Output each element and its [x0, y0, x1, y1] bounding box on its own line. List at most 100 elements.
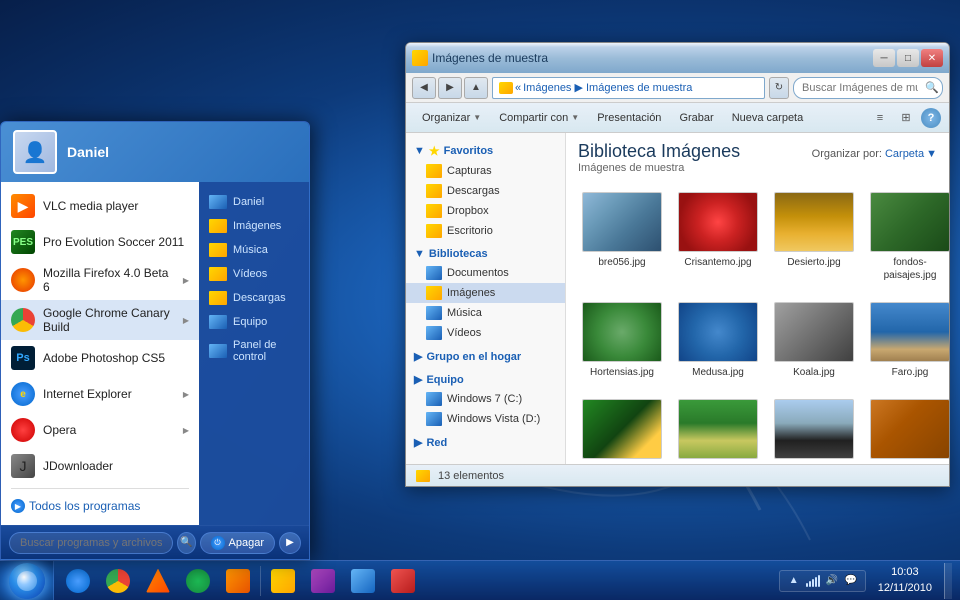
address-bar: ◀ ▶ ▲ « Imágenes ▶ Imágenes de muestra ↻…	[406, 73, 949, 103]
menu-right-panel[interactable]: Panel de control	[199, 334, 309, 368]
minimize-button[interactable]: ─	[873, 49, 895, 67]
red-header[interactable]: ▶ Red	[406, 433, 565, 452]
sidebar-item-dropbox[interactable]: Dropbox	[406, 201, 565, 221]
menu-right-descargas[interactable]: Descargas	[199, 286, 309, 310]
status-text: 13 elementos	[438, 470, 504, 482]
menu-item-vlc[interactable]: ▶ VLC media player	[1, 188, 199, 224]
grabar-button[interactable]: Grabar	[671, 107, 721, 129]
compartir-button[interactable]: Compartir con ▼	[491, 107, 587, 129]
filename-koala: Koala.jpg	[793, 366, 835, 379]
menu-item-firefox[interactable]: Mozilla Firefox 4.0 Beta 6	[1, 260, 199, 300]
vista-label: Windows Vista (D:)	[447, 413, 540, 425]
escritorio-folder-icon	[426, 224, 442, 238]
tray-network-icon[interactable]	[805, 573, 821, 589]
maximize-button[interactable]: □	[897, 49, 919, 67]
sidebar-item-vista[interactable]: Windows Vista (D:)	[406, 409, 565, 429]
explorer-search-input[interactable]	[793, 77, 943, 99]
all-programs[interactable]: ▶ Todos los programas	[1, 493, 199, 519]
sidebar-item-capturas[interactable]: Capturas	[406, 161, 565, 181]
taskbar-item-vlc[interactable]	[138, 563, 178, 599]
taskbar-item-folder2[interactable]	[343, 563, 383, 599]
up-button[interactable]: ▲	[464, 77, 488, 99]
sidebar-item-documentos[interactable]: Documentos	[406, 263, 565, 283]
taskbar-item-media[interactable]	[303, 563, 343, 599]
power-arrow-button[interactable]: ▶	[279, 532, 301, 554]
file-item-pinguinos[interactable]: Pingüinos.jpg	[770, 393, 858, 464]
search-button[interactable]: 🔍	[925, 81, 939, 94]
bibliotecas-header[interactable]: ▼ Bibliotecas	[406, 245, 565, 263]
close-button[interactable]: ✕	[921, 49, 943, 67]
bibliotecas-arrow: ▼	[414, 248, 425, 260]
taskbar-grid-icon	[391, 569, 415, 593]
view-icons-button[interactable]: ⊞	[895, 107, 917, 129]
start-search-button[interactable]: 🔍	[177, 532, 196, 554]
sidebar-item-videos[interactable]: Vídeos	[406, 323, 565, 343]
menu-right-daniel[interactable]: Daniel	[199, 190, 309, 214]
sidebar-section-grupo: ▶ Grupo en el hogar	[406, 347, 565, 366]
back-button[interactable]: ◀	[412, 77, 436, 99]
tray-expand-icon[interactable]: ▲	[786, 573, 802, 589]
menu-right-videos[interactable]: Vídeos	[199, 262, 309, 286]
grupo-header[interactable]: ▶ Grupo en el hogar	[406, 347, 565, 366]
address-path-text: Imágenes ▶ Imágenes de muestra	[523, 81, 692, 94]
menu-item-ie[interactable]: e Internet Explorer	[1, 376, 199, 412]
power-button[interactable]: ⏻ Apagar	[200, 532, 275, 554]
nueva-carpeta-button[interactable]: Nueva carpeta	[724, 107, 812, 129]
file-item-tanzania[interactable]: tanzania-1098.jpg	[866, 393, 949, 464]
window-title-left: Imágenes de muestra	[412, 50, 548, 66]
sidebar-item-musica[interactable]: Música	[406, 303, 565, 323]
menu-label-firefox: Mozilla Firefox 4.0 Beta 6	[43, 266, 175, 294]
user-name: Daniel	[67, 144, 109, 160]
help-button[interactable]: ?	[921, 108, 941, 128]
favoritos-header[interactable]: ▼ ★ Favoritos	[406, 141, 565, 161]
filename-desierto: Desierto.jpg	[787, 256, 840, 269]
menu-right-musica[interactable]: Música	[199, 238, 309, 262]
file-item-bre056[interactable]: bre056.jpg	[578, 186, 666, 288]
menu-item-pes[interactable]: PES Pro Evolution Soccer 2011	[1, 224, 199, 260]
file-item-hortensias[interactable]: Hortensias.jpg	[578, 296, 666, 385]
start-search-input[interactable]	[9, 532, 173, 554]
vista-drive-icon	[426, 412, 442, 426]
taskbar-item-spotify[interactable]	[178, 563, 218, 599]
file-item-crisantemo[interactable]: Crisantemo.jpg	[674, 186, 762, 288]
menu-right-imagenes[interactable]: Imágenes	[199, 214, 309, 238]
organizar-button[interactable]: Organizar ▼	[414, 107, 489, 129]
file-item-fondos[interactable]: fondos-paisajes.jpg	[866, 186, 949, 288]
sidebar-item-descargas[interactable]: Descargas	[406, 181, 565, 201]
taskbar-ie-icon	[66, 569, 90, 593]
menu-item-chrome[interactable]: Google Chrome Canary Build	[1, 300, 199, 340]
taskbar-item-ie[interactable]	[58, 563, 98, 599]
menu-right-equipo[interactable]: Equipo	[199, 310, 309, 334]
presentacion-button[interactable]: Presentación	[589, 107, 669, 129]
start-button[interactable]	[0, 561, 54, 600]
tray-action-center-icon[interactable]: 💬	[843, 573, 859, 589]
tray-volume-icon[interactable]: 🔊	[824, 573, 840, 589]
sidebar-item-imagenes[interactable]: Imágenes	[406, 283, 565, 303]
refresh-button[interactable]: ↻	[769, 77, 789, 99]
taskbar-item-folder1[interactable]	[263, 563, 303, 599]
file-item-koala[interactable]: Koala.jpg	[770, 296, 858, 385]
file-item-paisajes3[interactable]: Los paisajes geomorfologicos_Picture3.jp…	[578, 393, 666, 464]
sidebar-item-win7[interactable]: Windows 7 (C:)	[406, 389, 565, 409]
clock-area[interactable]: 10:03 12/11/2010	[870, 565, 940, 596]
file-item-medusa[interactable]: Medusa.jpg	[674, 296, 762, 385]
menu-item-ps[interactable]: Ps Adobe Photoshop CS5	[1, 340, 199, 376]
file-item-paisajes[interactable]: paisajes.jpg	[674, 393, 762, 464]
menu-item-opera[interactable]: Opera	[1, 412, 199, 448]
dropbox-label: Dropbox	[447, 205, 489, 217]
thumb-tanzania	[870, 399, 949, 459]
equipo-header[interactable]: ▶ Equipo	[406, 370, 565, 389]
taskbar-item-paint[interactable]	[218, 563, 258, 599]
address-input[interactable]: « Imágenes ▶ Imágenes de muestra	[492, 77, 765, 99]
taskbar-item-grid[interactable]	[383, 563, 423, 599]
forward-button[interactable]: ▶	[438, 77, 462, 99]
organize-by-value[interactable]: Carpeta ▼	[885, 148, 937, 160]
file-item-desierto[interactable]: Desierto.jpg	[770, 186, 858, 288]
file-item-faro[interactable]: Faro.jpg	[866, 296, 949, 385]
taskbar-item-chrome[interactable]	[98, 563, 138, 599]
view-details-button[interactable]: ≡	[869, 107, 891, 129]
show-desktop-button[interactable]	[944, 563, 952, 599]
menu-item-jdownloader[interactable]: J JDownloader	[1, 448, 199, 484]
window-title: Imágenes de muestra	[432, 51, 548, 65]
sidebar-item-escritorio[interactable]: Escritorio	[406, 221, 565, 241]
